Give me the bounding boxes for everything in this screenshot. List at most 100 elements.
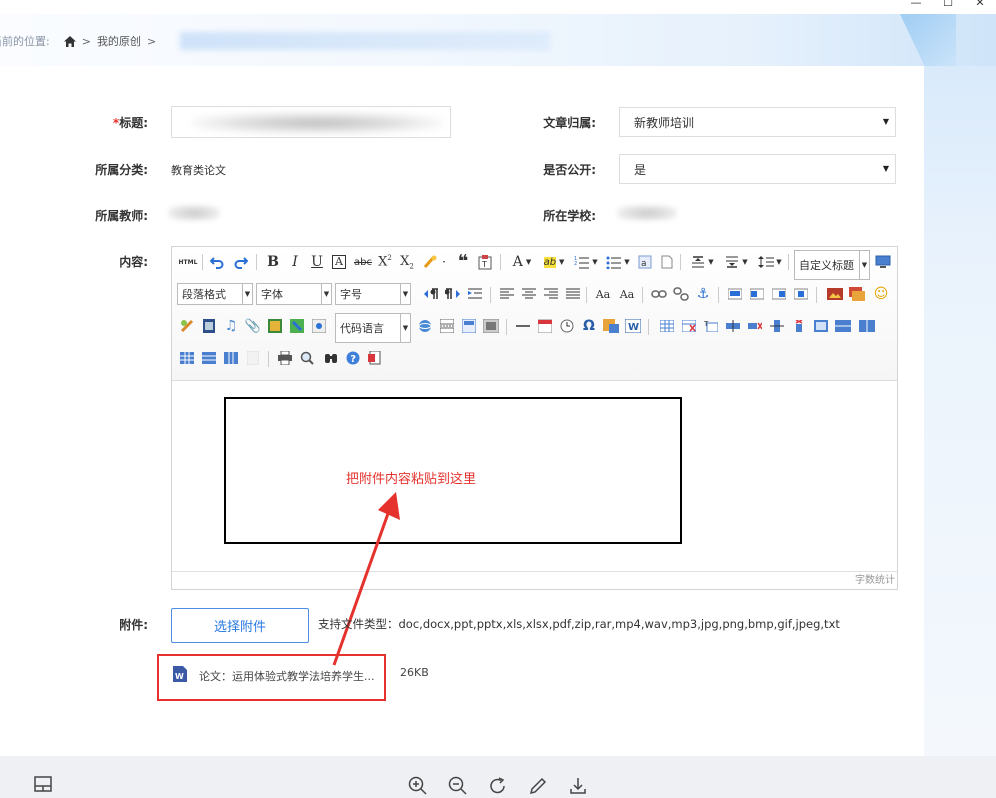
custom-heading-select[interactable]: 自定义标题 ▼	[794, 250, 870, 280]
choose-attachment-button[interactable]: 选择附件	[171, 608, 309, 643]
panel-icon[interactable]	[34, 776, 54, 796]
attachment-item[interactable]: W 论文：运用体验式教学法培养学生...	[157, 654, 386, 701]
image-center-icon[interactable]	[792, 285, 810, 303]
attachment-file-name[interactable]: 论文：运用体验式教学法培养学生...	[199, 668, 375, 684]
web-icon[interactable]	[416, 317, 434, 335]
search-replace-icon[interactable]	[322, 349, 340, 367]
multi-image-icon[interactable]	[848, 285, 866, 303]
superscript-icon[interactable]: X2	[376, 253, 394, 271]
insert-paragraph-table-icon[interactable]: T	[702, 317, 720, 335]
emoji-icon[interactable]: ☺	[872, 285, 890, 303]
image-none-icon[interactable]	[726, 285, 744, 303]
preview-icon[interactable]	[874, 253, 892, 271]
zoom-out-icon[interactable]	[448, 776, 468, 796]
align-left-icon[interactable]	[498, 285, 516, 303]
font-family-select[interactable]: 字体 ▼	[256, 283, 332, 305]
maximize-icon[interactable]: ☐	[932, 0, 964, 10]
delete-col-icon[interactable]	[790, 317, 808, 335]
image-right-icon[interactable]	[770, 285, 788, 303]
unlink-icon[interactable]	[672, 285, 690, 303]
ordered-list-icon[interactable]: 1 2 ▼	[572, 253, 600, 271]
minimize-icon[interactable]: —	[900, 0, 932, 10]
insert-col-icon[interactable]	[768, 317, 786, 335]
select-all-icon[interactable]: a	[636, 253, 654, 271]
public-select[interactable]: 是 ▼	[619, 154, 896, 184]
title-input[interactable]	[171, 106, 451, 138]
undo-icon[interactable]	[208, 253, 226, 271]
background-icon[interactable]	[482, 317, 500, 335]
time-icon[interactable]	[558, 317, 576, 335]
paragraph-format-select[interactable]: 段落格式 ▼	[177, 283, 253, 305]
delete-table-icon[interactable]	[680, 317, 698, 335]
ltr-icon[interactable]	[422, 285, 440, 303]
line-height-icon[interactable]: ▼	[756, 253, 784, 271]
align-center-icon[interactable]	[520, 285, 538, 303]
row-spacing-bottom-icon[interactable]: ▼	[722, 253, 750, 271]
insert-frame-icon[interactable]	[266, 317, 284, 335]
wordimage-icon[interactable]	[602, 317, 620, 335]
special-char-icon[interactable]: Ω	[580, 317, 598, 335]
print-icon[interactable]	[276, 349, 294, 367]
italic-icon[interactable]: I	[286, 253, 304, 271]
blockquote-icon[interactable]: ❝	[454, 253, 472, 271]
print-preview-icon[interactable]	[298, 349, 316, 367]
insert-video-icon[interactable]	[200, 317, 218, 335]
clear-doc-icon[interactable]	[658, 253, 676, 271]
belong-select[interactable]: 新教师培训 ▼	[619, 107, 896, 137]
merge-right-icon[interactable]	[834, 317, 852, 335]
align-justify-icon[interactable]	[564, 285, 582, 303]
border-text-icon[interactable]: A	[330, 253, 348, 271]
gmap-icon[interactable]	[310, 317, 328, 335]
row-spacing-top-icon[interactable]: ▼	[688, 253, 716, 271]
strikethrough-icon[interactable]: abc	[352, 253, 374, 271]
subscript-icon[interactable]: X2	[398, 253, 416, 271]
merge-cells-icon[interactable]	[812, 317, 830, 335]
align-right-icon[interactable]	[542, 285, 560, 303]
insert-row-icon[interactable]	[724, 317, 742, 335]
drafts-icon[interactable]	[366, 349, 384, 367]
format-match-icon[interactable]	[422, 253, 448, 271]
music-icon[interactable]: ♫	[222, 317, 240, 335]
map-icon[interactable]	[288, 317, 306, 335]
close-icon[interactable]: ✕	[964, 0, 996, 10]
unordered-list-icon[interactable]: ▼	[604, 253, 632, 271]
code-language-select[interactable]: 代码语言 ▼	[335, 313, 411, 343]
scrawl-icon[interactable]	[178, 317, 196, 335]
bold-icon[interactable]: B	[264, 253, 282, 271]
date-icon[interactable]	[536, 317, 554, 335]
home-icon[interactable]	[63, 35, 76, 47]
indent-icon[interactable]	[466, 285, 484, 303]
font-color-icon[interactable]: A ▼	[508, 253, 536, 271]
page-break-icon[interactable]	[438, 317, 456, 335]
split-cells-icon[interactable]	[178, 349, 196, 367]
font-size-select[interactable]: 字号 ▼	[335, 283, 411, 305]
lowercase-icon[interactable]: Aa	[618, 285, 636, 303]
help-icon[interactable]: ?	[344, 349, 362, 367]
paste-plain-icon[interactable]: T	[476, 253, 494, 271]
attachment-icon[interactable]: 📎	[244, 317, 262, 335]
horizontal-rule-icon[interactable]	[514, 317, 532, 335]
highlight-color-icon[interactable]: ab ▼	[540, 253, 568, 271]
word-paste-icon[interactable]: W	[624, 317, 642, 335]
rotate-icon[interactable]	[488, 776, 508, 796]
merge-down-icon[interactable]	[858, 317, 876, 335]
zoom-in-icon[interactable]	[408, 776, 428, 796]
split-cols-icon[interactable]	[222, 349, 240, 367]
delete-row-icon[interactable]	[746, 317, 764, 335]
html-source-icon[interactable]: HTML	[178, 253, 198, 271]
insert-image-icon[interactable]	[826, 285, 844, 303]
link-icon[interactable]	[650, 285, 668, 303]
split-rows-icon[interactable]	[200, 349, 218, 367]
underline-icon[interactable]: U	[308, 253, 326, 271]
blank-icon[interactable]	[244, 349, 262, 367]
redo-icon[interactable]	[232, 253, 250, 271]
edit-icon[interactable]	[528, 776, 548, 796]
image-left-icon[interactable]	[748, 285, 766, 303]
insert-table-icon[interactable]	[658, 317, 676, 335]
template-icon[interactable]	[460, 317, 478, 335]
download-icon[interactable]	[568, 776, 588, 796]
rtl-icon[interactable]	[444, 285, 462, 303]
breadcrumb-item-original[interactable]: 我的原创	[97, 33, 141, 49]
uppercase-icon[interactable]: Aa	[594, 285, 612, 303]
anchor-icon[interactable]: ⚓	[694, 285, 712, 303]
